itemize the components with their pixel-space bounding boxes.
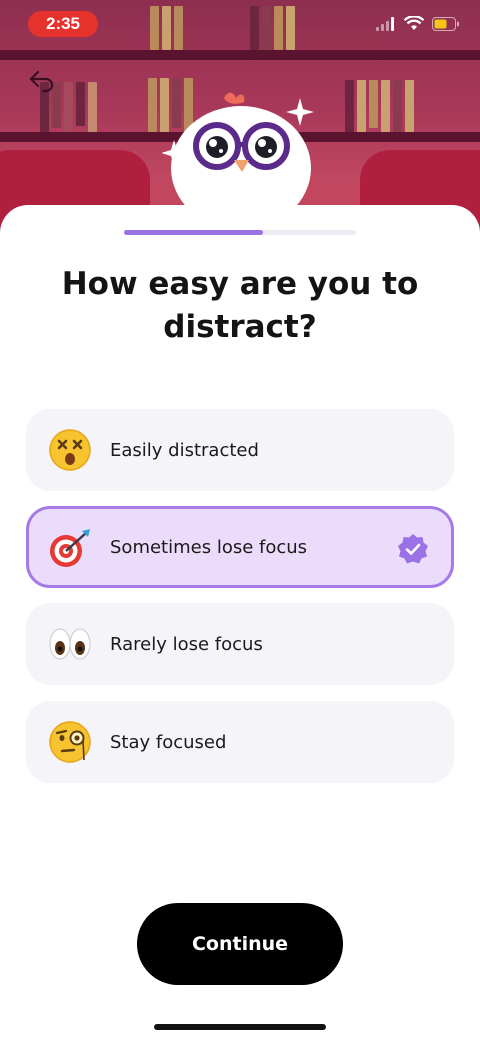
eyes-icon bbox=[48, 622, 92, 666]
question-sheet: How easy are you to distract? Easily dis… bbox=[0, 205, 480, 1039]
continue-button[interactable]: Continue bbox=[137, 903, 343, 985]
monocle-face-icon bbox=[48, 720, 92, 764]
option-rarely-lose-focus[interactable]: Rarely lose focus bbox=[26, 603, 454, 685]
question-title: How easy are you to distract? bbox=[61, 266, 419, 345]
cellular-signal-icon bbox=[376, 16, 394, 31]
option-stay-focused[interactable]: Stay focused bbox=[26, 701, 454, 783]
progress-fill bbox=[124, 230, 264, 235]
option-easily-distracted[interactable]: Easily distracted bbox=[26, 409, 454, 491]
progress-bar bbox=[124, 230, 356, 235]
wifi-icon bbox=[404, 16, 424, 30]
check-badge-icon bbox=[398, 534, 428, 564]
direct-hit-icon bbox=[48, 525, 92, 569]
back-arrow-icon[interactable] bbox=[26, 64, 58, 96]
owl-mascot bbox=[162, 92, 314, 218]
option-label: Sometimes lose focus bbox=[110, 536, 308, 558]
status-bar: 2:35 bbox=[0, 0, 480, 50]
option-label: Easily distracted bbox=[110, 439, 259, 461]
home-indicator bbox=[154, 1024, 326, 1030]
option-label: Rarely lose focus bbox=[110, 633, 263, 655]
option-sometimes-lose-focus[interactable]: Sometimes lose focus bbox=[26, 506, 454, 588]
battery-icon bbox=[432, 16, 459, 31]
status-time: 2:35 bbox=[28, 11, 98, 37]
option-label: Stay focused bbox=[110, 731, 227, 753]
dizzy-face-icon bbox=[48, 428, 92, 472]
